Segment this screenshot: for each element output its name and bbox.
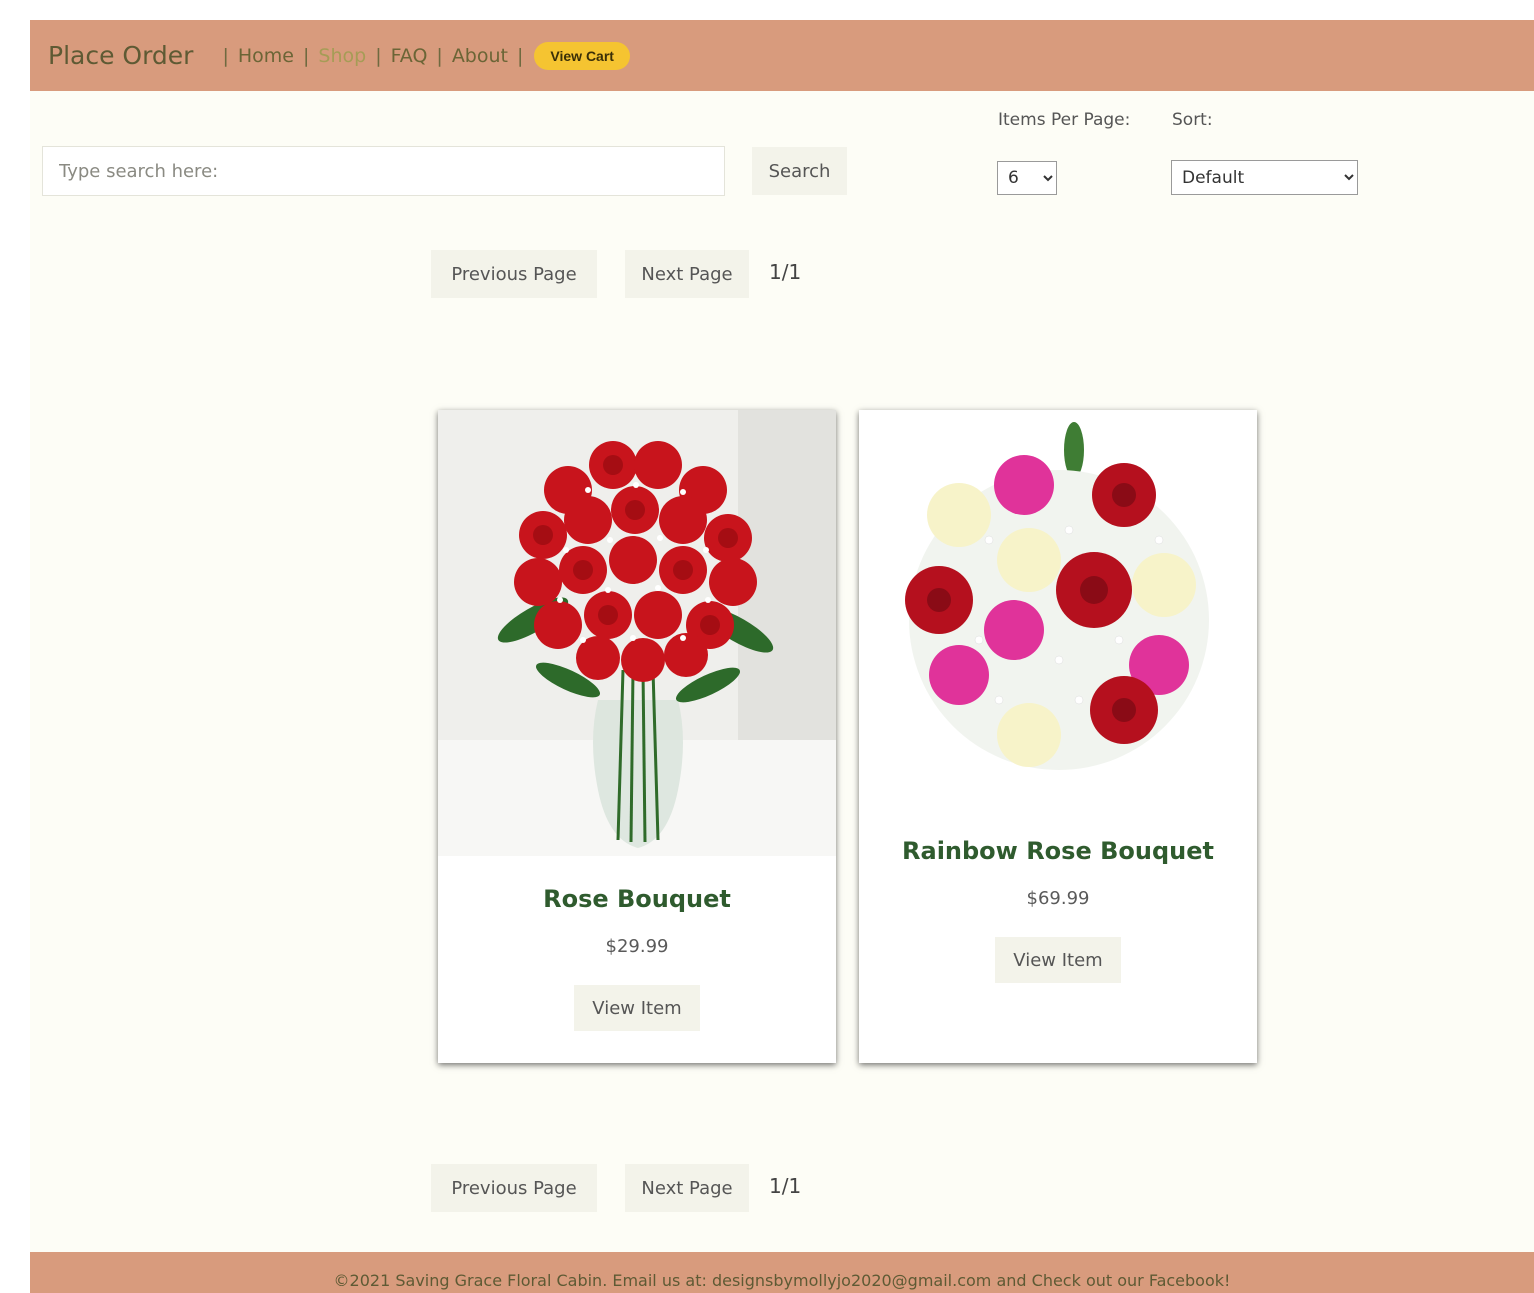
nav-link-about[interactable]: About (452, 45, 508, 67)
search-input[interactable] (42, 146, 725, 196)
nav-separator: | (436, 44, 443, 67)
mixed-roses-illustration (859, 410, 1257, 810)
nav-separator: | (517, 44, 524, 67)
next-page-button[interactable]: Next Page (625, 250, 749, 298)
nav-link-shop[interactable]: Shop (318, 45, 366, 67)
product-image-mixed-roses-bouquet[interactable] (859, 410, 1257, 810)
next-page-button[interactable]: Next Page (625, 1164, 749, 1212)
product-title: Rainbow Rose Bouquet (902, 837, 1214, 865)
product-title: Rose Bouquet (543, 885, 731, 913)
product-price: $69.99 (1026, 888, 1090, 909)
nav-link-home[interactable]: Home (238, 45, 294, 67)
nav-separator: | (375, 44, 382, 67)
view-cart-button[interactable]: View Cart (534, 41, 630, 70)
items-per-page-select[interactable]: 6 (997, 161, 1057, 195)
pagination-top: Previous Page Next Page 1/1 (431, 249, 801, 299)
product-card: Rose Bouquet $29.99 View Item (438, 410, 836, 1063)
nav-separator: | (222, 44, 229, 67)
footer-text[interactable]: ©2021 Saving Grace Floral Cabin. Email u… (334, 1271, 1231, 1290)
footer: ©2021 Saving Grace Floral Cabin. Email u… (30, 1252, 1534, 1293)
sort-label: Sort: (1172, 110, 1213, 130)
page: Place Order | Home | Shop | FAQ | About … (30, 20, 1534, 1293)
top-nav-bar: Place Order | Home | Shop | FAQ | About … (30, 20, 1534, 91)
previous-page-button[interactable]: Previous Page (431, 250, 597, 298)
red-roses-vase-illustration (438, 410, 836, 856)
page-count: 1/1 (769, 260, 802, 284)
previous-page-button[interactable]: Previous Page (431, 1164, 597, 1212)
search-button[interactable]: Search (752, 147, 847, 195)
view-item-button[interactable]: View Item (995, 937, 1121, 983)
product-price: $29.99 (605, 936, 669, 957)
view-item-button[interactable]: View Item (574, 985, 700, 1031)
nav-separator: | (302, 44, 310, 67)
site-brand[interactable]: Place Order (48, 41, 193, 70)
product-image-red-roses-vase[interactable] (438, 410, 836, 856)
nav-link-faq[interactable]: FAQ (391, 45, 428, 67)
sort-select[interactable]: Default (1171, 160, 1358, 195)
pagination-bottom: Previous Page Next Page 1/1 (431, 1163, 801, 1213)
page-count: 1/1 (769, 1174, 802, 1198)
product-card: Rainbow Rose Bouquet $69.99 View Item (859, 410, 1257, 1063)
items-per-page-label: Items Per Page: (998, 110, 1131, 130)
